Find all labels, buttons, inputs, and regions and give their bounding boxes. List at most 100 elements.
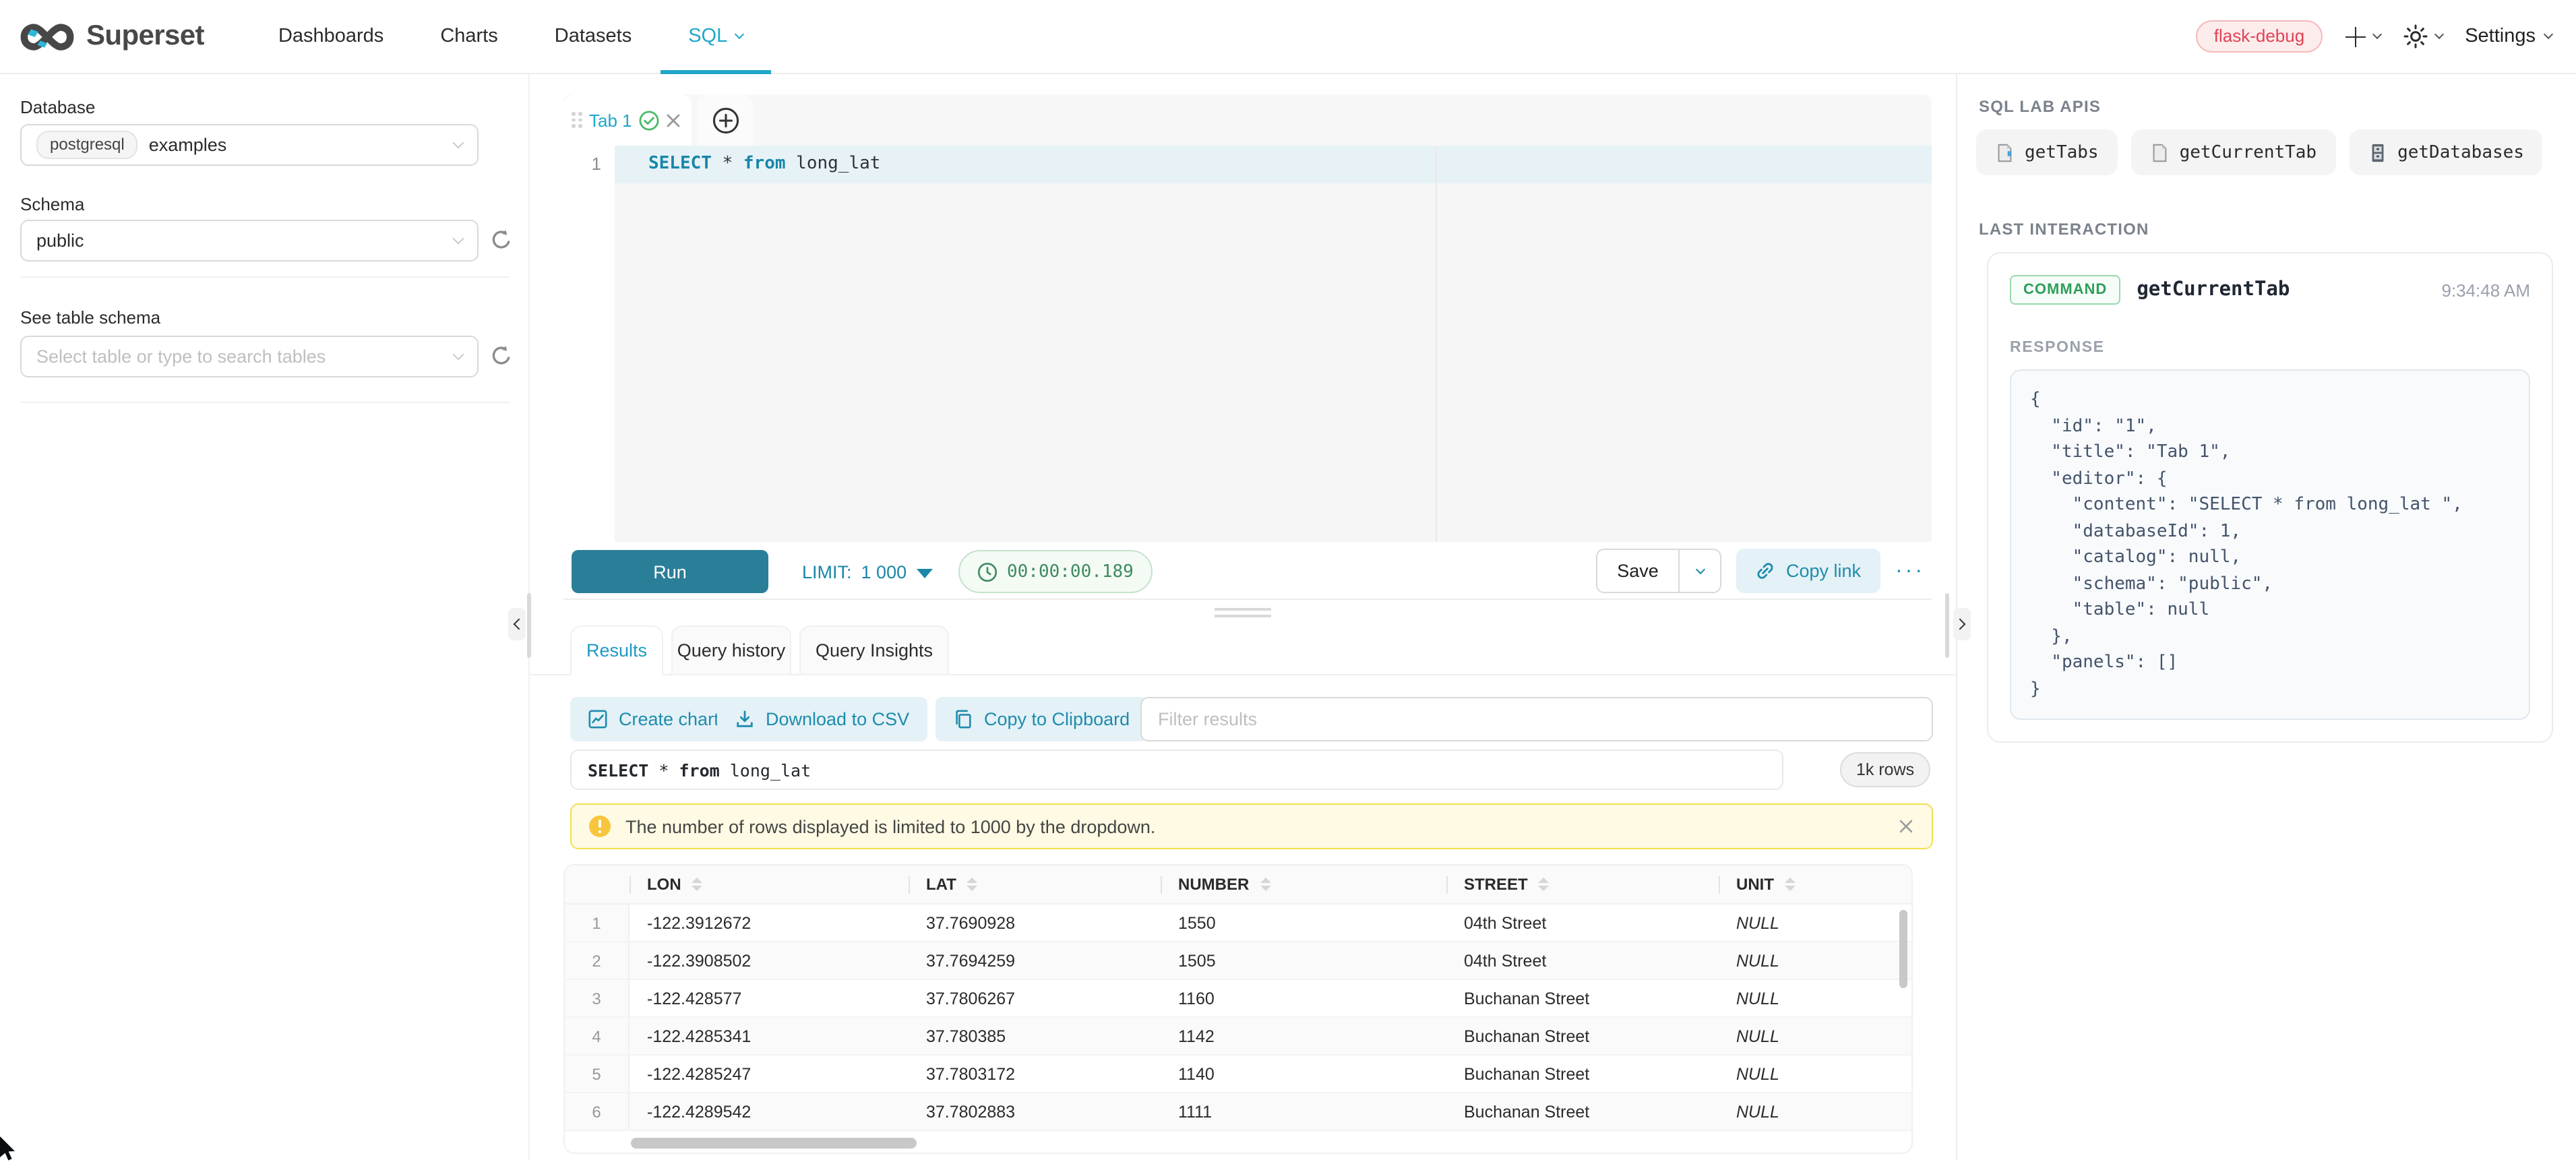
api-button-label: getDatabases [2397,142,2524,162]
column-label: LAT [926,875,956,894]
refresh-tables-button[interactable] [489,344,516,371]
limit-dropdown[interactable]: LIMIT: 1 000 [802,550,932,593]
left-panel-resize-bar[interactable] [527,593,531,658]
table-select[interactable]: Select table or type to search tables [20,336,479,377]
run-query-button[interactable]: Run [572,550,768,593]
column-header-lat[interactable]: LAT [909,865,1161,903]
database-value: examples [149,135,227,155]
save-options-button[interactable] [1678,550,1720,592]
vertical-scrollbar[interactable] [1899,910,1907,988]
results-table: LON LAT NUMBER STREET UNIT 1 -122.391267… [563,864,1913,1154]
filter-results-input[interactable] [1140,697,1933,741]
table-row[interactable]: 5 -122.4285247 37.7803172 1140 Buchanan … [565,1056,1911,1093]
query-tab-1[interactable]: Tab 1 [563,94,692,146]
settings-menu-button[interactable]: Settings [2465,26,2552,47]
close-warning-button[interactable] [1898,818,1914,834]
save-button[interactable]: Save [1597,550,1678,592]
panel-resize-handle[interactable] [1215,608,1271,617]
column-header-number[interactable]: NUMBER [1161,865,1446,903]
editor-gutter: 1 [563,146,615,542]
create-chart-label: Create chart [619,709,719,729]
download-csv-label: Download to CSV [766,709,909,729]
chevron-down-icon [453,349,464,361]
theme-menu-button[interactable] [2403,24,2442,49]
drag-handle-icon[interactable] [572,113,582,128]
cell-lat: 37.7806267 [909,980,1161,1016]
table-row[interactable]: 4 -122.4285341 37.780385 1142 Buchanan S… [565,1018,1911,1056]
get-databases-button[interactable]: getDatabases [2349,129,2543,175]
schema-select[interactable]: public [20,220,479,262]
print-margin-line [1436,146,1437,542]
nav-item-charts[interactable]: Charts [412,0,526,73]
brand-name: Superset [86,20,204,53]
more-actions-button[interactable]: ··· [1895,549,1925,593]
collapse-left-panel-button[interactable] [508,608,526,640]
nav-item-dashboards[interactable]: Dashboards [250,0,412,73]
download-csv-button[interactable]: Download to CSV [717,697,927,741]
elapsed-time: 00:00:00.189 [1007,561,1134,582]
sort-icon [692,878,703,891]
chevron-left-icon [514,619,525,630]
close-icon[interactable] [666,113,681,127]
executed-query-preview: SELECT * from long_lat [570,750,1783,790]
right-panel-resize-bar[interactable] [1945,593,1949,658]
horizontal-scrollbar[interactable] [631,1138,917,1149]
superset-logo[interactable]: Superset [20,20,204,53]
table-row[interactable]: 2 -122.3908502 37.7694259 1505 04th Stre… [565,942,1911,980]
sql-keyword: SELECT [588,760,648,780]
table-row[interactable]: 3 -122.428577 37.7806267 1160 Buchanan S… [565,980,1911,1018]
create-chart-button[interactable]: Create chart [570,697,737,741]
column-header-street[interactable]: STREET [1446,865,1719,903]
command-name: getCurrentTab [2137,279,2290,301]
limit-value: 1 000 [861,561,907,582]
cell-lat: 37.7803172 [909,1056,1161,1092]
refresh-schemas-button[interactable] [489,228,516,255]
sql-code-editor[interactable]: 1 SELECT * from long_lat [563,146,1932,542]
new-item-menu-button[interactable] [2345,26,2380,47]
column-label: LON [647,875,681,894]
sql-keyword: SELECT [648,154,712,174]
schema-value: public [36,231,84,251]
cell-unit: NULL [1719,1093,1911,1130]
chevron-right-icon [1955,619,1966,630]
copy-link-button[interactable]: Copy link [1736,549,1880,593]
row-limit-warning: The number of rows displayed is limited … [570,803,1933,849]
get-current-tab-button[interactable]: getCurrentTab [2131,129,2336,175]
tab-label: Query history [677,640,786,661]
column-label: STREET [1464,875,1528,894]
tab-results[interactable]: Results [570,625,663,675]
sun-icon [2403,24,2427,49]
tab-query-history[interactable]: Query history [671,625,791,675]
column-header-lon[interactable]: LON [630,865,909,903]
row-number: 2 [565,942,630,979]
column-header-unit[interactable]: UNIT [1719,865,1911,903]
json-line: "id": "1", [2030,413,2510,439]
nav-item-datasets[interactable]: Datasets [526,0,660,73]
api-buttons: getTabs getCurrentTab [1976,129,2543,175]
chevron-down-icon [2544,30,2553,39]
link-icon [1755,561,1775,581]
command-badge: COMMAND [2010,275,2120,305]
command-row: COMMAND getCurrentTab 9:34:48 AM [2010,275,2530,305]
copy-link-label: Copy link [1786,561,1861,581]
nav-item-sql[interactable]: SQL [660,0,770,73]
response-label: RESPONSE [2010,340,2530,356]
top-nav: Superset Dashboards Charts Datasets SQL … [0,0,2576,74]
json-line: } [2030,676,2510,702]
copy-to-clipboard-button[interactable]: Copy to Clipboard [936,697,1147,741]
add-tab-button[interactable] [697,94,754,146]
copy-to-clipboard-label: Copy to Clipboard [984,709,1130,729]
json-line: "title": "Tab 1", [2030,439,2510,466]
sql-lab-api-panel: SQL LAB APIS getTabs getCurrentTab [1956,74,2576,1161]
sql-lab-left-panel: Database postgresql examples Schema publ… [0,74,530,1161]
expand-right-panel-button[interactable] [1953,608,1971,640]
command-timestamp: 9:34:48 AM [2441,280,2530,300]
get-tabs-button[interactable]: getTabs [1976,129,2118,175]
tab-query-insights[interactable]: Query Insights [799,625,949,675]
table-row[interactable]: 1 -122.3912672 37.7690928 1550 04th Stre… [565,905,1911,942]
api-button-label: getCurrentTab [2180,142,2317,162]
superset-sql-lab: Superset Dashboards Charts Datasets SQL … [0,0,2576,1161]
table-row[interactable]: 6 -122.4289542 37.7802883 1111 Buchanan … [565,1093,1911,1131]
sql-editor-main: Tab 1 [530,74,1956,1161]
database-select[interactable]: postgresql examples [20,124,479,166]
